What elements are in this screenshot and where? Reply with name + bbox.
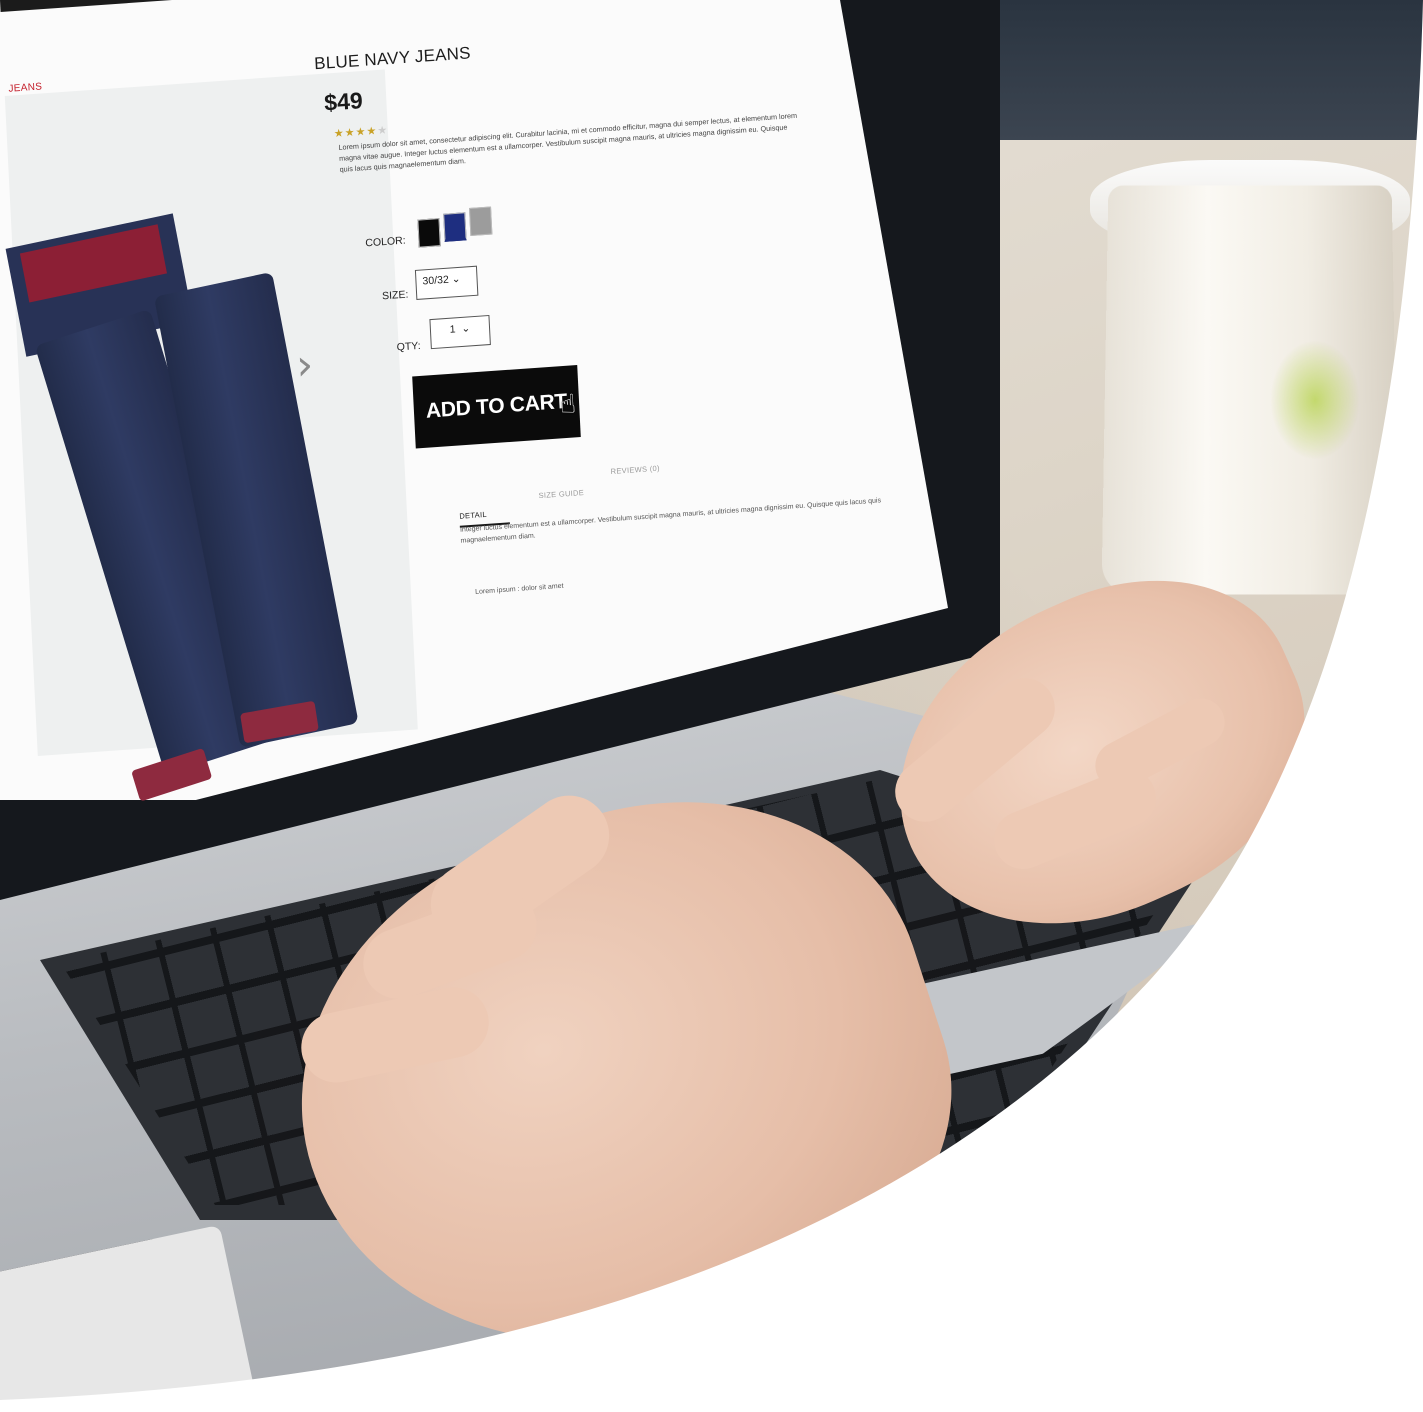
- qty-value: 1: [449, 323, 455, 335]
- size-label: SIZE:: [382, 289, 409, 303]
- store-header-bar: [0, 0, 221, 12]
- detail-text: Integer luctus elementum est a ullamcorp…: [460, 495, 891, 547]
- hand-pointer-icon: ☝: [559, 389, 576, 420]
- color-swatch-black[interactable]: [417, 218, 440, 248]
- color-label: COLOR:: [365, 235, 406, 250]
- product-title: BLUE NAVY JEANS: [314, 43, 471, 74]
- star-empty-icon: ★: [377, 123, 389, 137]
- chevron-right-icon[interactable]: ›: [295, 339, 314, 389]
- add-to-cart-button[interactable]: ADD TO CART: [412, 365, 581, 449]
- coffee-cup-logo: [1270, 340, 1360, 460]
- qty-select[interactable]: 1 ⌄: [429, 315, 491, 349]
- color-swatch-navy[interactable]: [443, 212, 466, 242]
- chevron-down-icon: ⌄: [451, 273, 460, 286]
- color-swatch-grey[interactable]: [469, 206, 492, 236]
- qty-label: QTY:: [396, 340, 421, 354]
- tab-reviews[interactable]: REVIEWS (0): [610, 464, 660, 476]
- size-select[interactable]: 30/32 ⌄: [415, 266, 479, 300]
- size-value: 30/32: [422, 274, 449, 288]
- detail-note: Lorem ipsum : dolor sit amet: [475, 583, 564, 596]
- product-price: $49: [324, 87, 364, 117]
- photo: JEANS › BLUE NAVY JEANS $49 ★★★★★ Lorem …: [0, 0, 1423, 1412]
- product-description: Lorem ipsum dolor sit amet, consectetur …: [338, 110, 800, 175]
- tab-size-guide[interactable]: SIZE GUIDE: [538, 488, 584, 500]
- chevron-down-icon: ⌄: [458, 322, 470, 335]
